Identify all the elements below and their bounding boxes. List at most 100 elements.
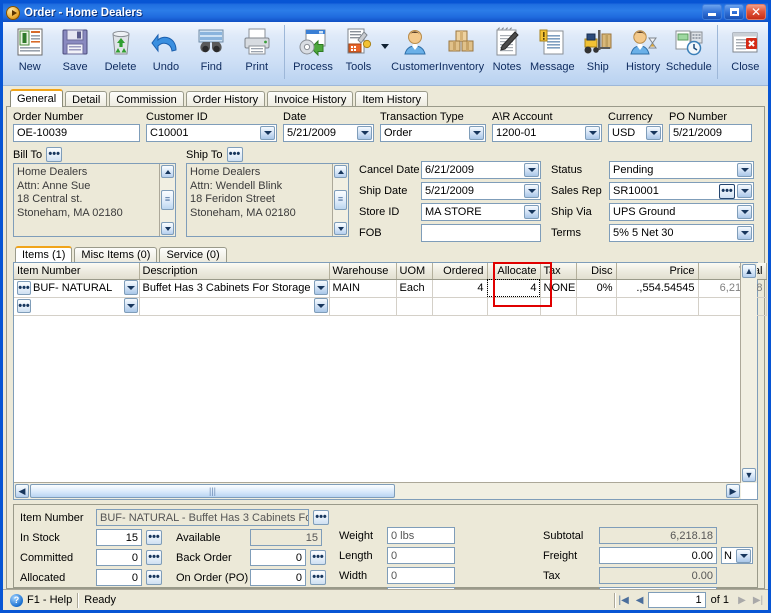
currency-combo[interactable]: USD (608, 124, 663, 142)
first-record-button[interactable]: |◀ (616, 592, 632, 608)
col-warehouse[interactable]: Warehouse (329, 263, 397, 280)
chevron-down-icon[interactable] (260, 126, 275, 140)
cell-description[interactable] (139, 297, 330, 316)
tab-items[interactable]: Items (1) (15, 246, 73, 262)
bottom-item-lookup-button[interactable]: ••• (313, 510, 329, 525)
tab-item-history[interactable]: Item History (355, 91, 429, 107)
cell-tax[interactable] (540, 297, 577, 316)
ship-via-combo[interactable]: UPS Ground (609, 203, 754, 221)
cell-price[interactable] (616, 297, 699, 316)
po-number-input[interactable]: 5/21/2009 (669, 124, 752, 142)
item-lookup-button[interactable]: ••• (17, 281, 31, 295)
scroll-down-icon[interactable]: ▼ (742, 468, 756, 482)
toolbar-process-button[interactable]: Process (290, 24, 335, 83)
chevron-down-icon[interactable] (736, 549, 751, 563)
cell-description[interactable]: Buffet Has 3 Cabinets For Storage (139, 279, 330, 298)
cell-disc[interactable]: 0% (576, 279, 617, 298)
scroll-down-icon[interactable] (161, 222, 174, 235)
toolbar-history-button[interactable]: History (620, 24, 665, 83)
toolbar-message-button[interactable]: Message (530, 24, 575, 83)
ship-date-combo[interactable]: 5/21/2009 (421, 182, 541, 200)
cell-ordered[interactable] (432, 297, 488, 316)
col-price[interactable]: Price (616, 263, 699, 280)
next-record-button[interactable]: ▶ (734, 592, 750, 608)
table-row[interactable]: ••• (14, 297, 767, 316)
toolbar-new-button[interactable]: New (7, 24, 52, 83)
chevron-down-icon[interactable] (123, 298, 138, 313)
tab-detail[interactable]: Detail (65, 91, 108, 107)
toolbar-undo-button[interactable]: Undo (143, 24, 188, 83)
cell-uom[interactable] (396, 297, 433, 316)
scroll-left-icon[interactable]: ◀ (15, 484, 29, 498)
chevron-down-icon[interactable] (646, 126, 661, 140)
col-description[interactable]: Description (139, 263, 330, 280)
minimize-button[interactable] (702, 4, 722, 20)
tools-dropdown-arrow-icon[interactable] (381, 44, 390, 49)
page-number-input[interactable]: 1 (647, 592, 706, 608)
ship-to-lookup-button[interactable]: ••• (226, 147, 243, 162)
freight-value[interactable]: 0.00 (599, 547, 717, 564)
transaction-type-combo[interactable]: Order (380, 124, 486, 142)
item-lookup-button[interactable]: ••• (17, 299, 31, 313)
length-value[interactable]: 0 (387, 547, 455, 564)
toolbar-close-button[interactable]: Close (723, 24, 768, 83)
close-button[interactable]: ✕ (746, 4, 766, 20)
toolbar-delete-button[interactable]: Delete (98, 24, 143, 83)
bill-to-lookup-button[interactable]: ••• (46, 147, 63, 162)
on-order-value[interactable]: 0 (250, 569, 306, 586)
col-tax[interactable]: Tax (540, 263, 577, 280)
terms-combo[interactable]: 5% 5 Net 30 (609, 224, 754, 242)
grid-vertical-scrollbar[interactable]: ▲ ▼ (740, 263, 757, 483)
toolbar-ship-button[interactable]: Ship (575, 24, 620, 83)
tab-order-history[interactable]: Order History (185, 91, 266, 107)
toolbar-notes-button[interactable]: Notes (484, 24, 529, 83)
toolbar-find-button[interactable]: Find (189, 24, 234, 83)
last-record-button[interactable]: ▶| (750, 592, 766, 608)
toolbar-customer-button[interactable]: Customer (391, 24, 439, 83)
chevron-down-icon[interactable] (524, 184, 539, 198)
back-order-value[interactable]: 0 (250, 549, 306, 566)
help-cell[interactable]: ? F1 - Help (5, 592, 77, 608)
scroll-up-icon[interactable] (334, 165, 347, 178)
cell-ordered[interactable]: 4 (432, 279, 488, 298)
toolbar-tools-button[interactable]: Tools (336, 24, 381, 83)
toolbar-print-button[interactable]: Print (234, 24, 279, 83)
allocated-value[interactable]: 0 (96, 569, 142, 586)
chevron-down-icon[interactable] (469, 126, 484, 140)
toolbar-schedule-button[interactable]: Schedule (666, 24, 712, 83)
toolbar-inventory-button[interactable]: Inventory (439, 24, 484, 83)
cancel-date-combo[interactable]: 6/21/2009 (421, 161, 541, 179)
store-id-combo[interactable]: MA STORE (421, 203, 541, 221)
weight-value[interactable]: 0 lbs (387, 527, 455, 544)
bill-to-address[interactable]: Home Dealers Attn: Anne Sue 18 Central s… (13, 163, 176, 237)
on-order-lookup-button[interactable]: ••• (310, 570, 326, 585)
scroll-up-icon[interactable] (161, 165, 174, 178)
date-combo[interactable]: 5/21/2009 (283, 124, 374, 142)
tab-general[interactable]: General (10, 89, 64, 107)
cell-uom[interactable]: Each (396, 279, 433, 298)
cell-item-number[interactable]: ••• (14, 297, 140, 316)
tab-misc-items[interactable]: Misc Items (0) (74, 247, 158, 262)
sales-rep-combo[interactable]: SR10001 ••• (609, 182, 754, 200)
chevron-down-icon[interactable] (123, 280, 138, 295)
cell-warehouse[interactable] (329, 297, 397, 316)
bottom-item-number-value[interactable]: BUF- NATURAL - Buffet Has 3 Cabinets For (96, 509, 309, 526)
chevron-down-icon[interactable] (313, 298, 328, 313)
status-combo[interactable]: Pending (609, 161, 754, 179)
order-number-input[interactable]: OE-10039 (13, 124, 140, 142)
scroll-thumb[interactable] (334, 190, 347, 210)
cell-tax[interactable]: NONE (540, 279, 577, 298)
table-row[interactable]: ••• BUF- NATURAL Buffet Has 3 Cabinets F… (14, 279, 767, 298)
committed-lookup-button[interactable]: ••• (146, 550, 162, 565)
chevron-down-icon[interactable] (737, 163, 752, 177)
fob-input[interactable] (421, 224, 541, 242)
scroll-up-icon[interactable]: ▲ (742, 264, 756, 278)
chevron-down-icon[interactable] (313, 280, 328, 295)
bill-to-scrollbar[interactable] (159, 164, 175, 236)
chevron-down-icon[interactable] (737, 184, 752, 198)
chevron-down-icon[interactable] (585, 126, 600, 140)
col-allocate[interactable]: Allocate (487, 263, 541, 280)
toolbar-save-button[interactable]: Save (52, 24, 97, 83)
customer-id-combo[interactable]: C10001 (146, 124, 277, 142)
ar-account-combo[interactable]: 1200-01 (492, 124, 602, 142)
